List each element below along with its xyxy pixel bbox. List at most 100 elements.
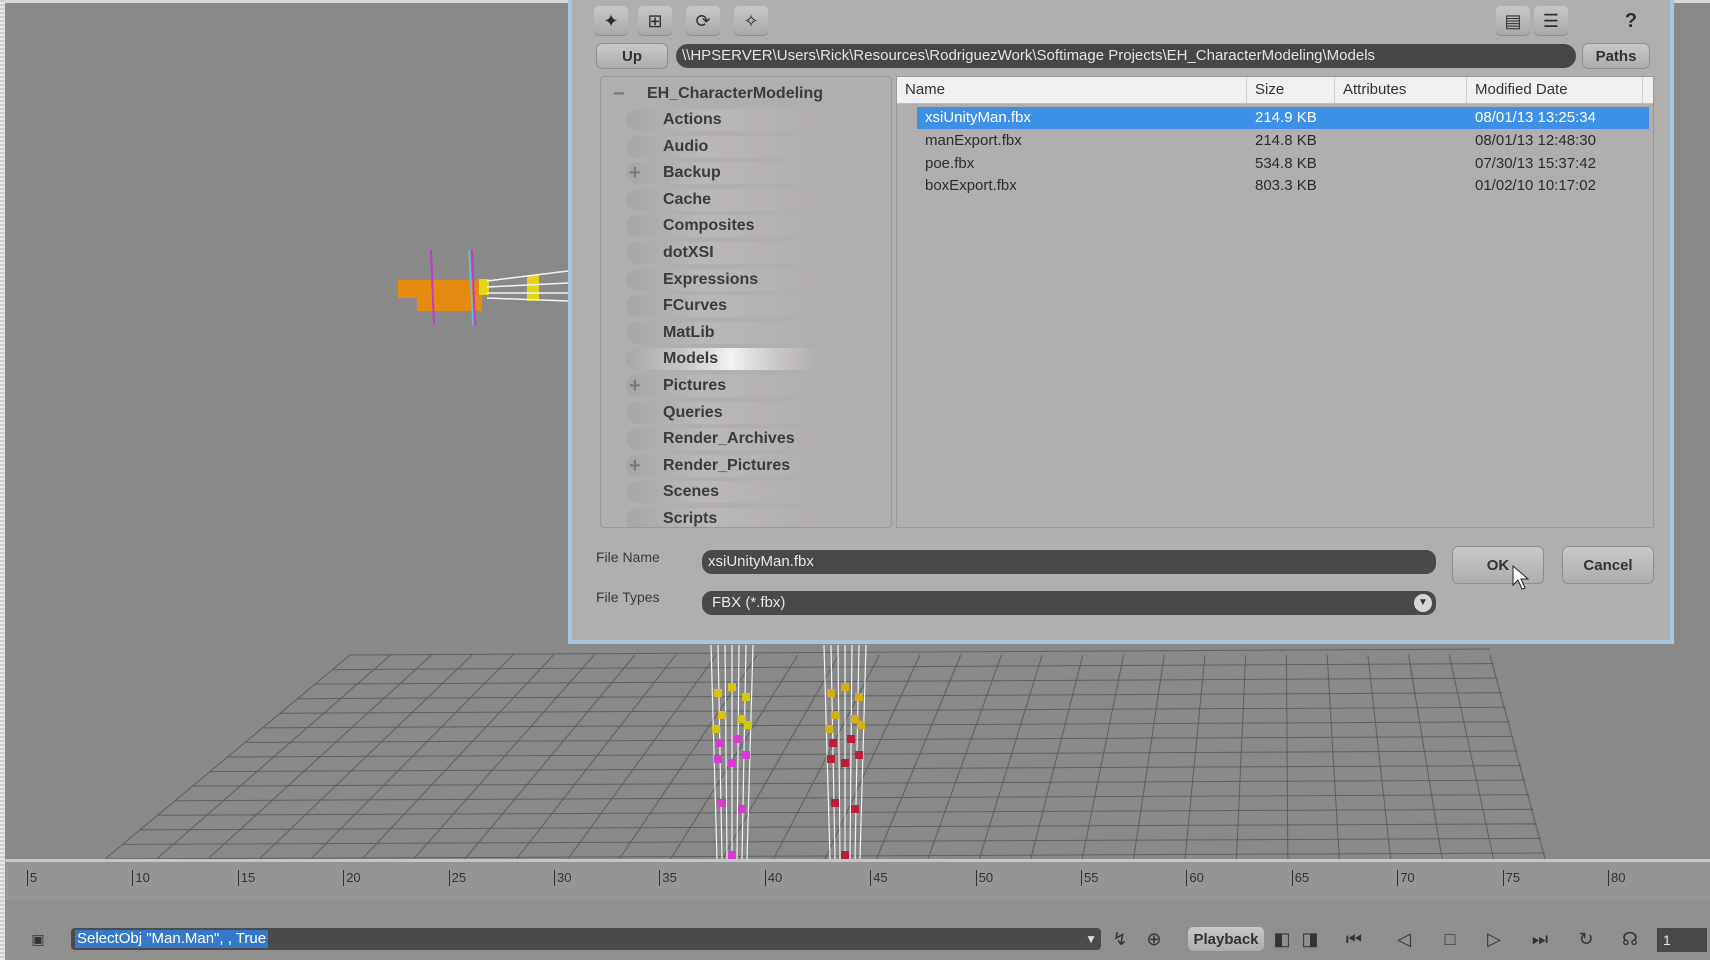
script-editor-icon[interactable]: ▣ (23, 926, 53, 952)
tree-item[interactable]: + Backup (601, 160, 861, 186)
grid-line (618, 654, 758, 859)
tree-item[interactable]: Models (601, 346, 861, 372)
up-button[interactable]: Up (596, 43, 668, 69)
chevron-down-icon[interactable]: ▼ (1085, 928, 1097, 950)
character-arm (398, 249, 569, 326)
timeline-ruler[interactable]: 5 10 15 20 25 30 35 40 45 50 55 60 65 70 75 80 (5, 859, 1710, 900)
file-row[interactable]: manExport.fbx 214.8 KB 08/01/13 12:48:30 (917, 130, 1649, 152)
tree-item[interactable]: Expressions (601, 267, 861, 293)
collapse-icon[interactable]: − (613, 81, 625, 107)
file-size-cell: 214.9 KB (1255, 109, 1317, 126)
tree-item-label: Scripts (663, 510, 718, 527)
key-icon[interactable]: ⊕ (1141, 926, 1167, 952)
current-frame-value: 1 (1663, 932, 1671, 948)
tree-item[interactable]: MatLib (601, 320, 861, 346)
path-field[interactable]: \\HPSERVER\Users\Rick\Resources\Rodrigue… (676, 44, 1576, 68)
tree-item[interactable]: Actions (601, 107, 861, 133)
ok-label: OK (1486, 556, 1510, 574)
file-modified-cell: 08/01/13 13:25:34 (1475, 109, 1596, 126)
tree-item-label: dotXSI (663, 244, 714, 261)
last-frame-icon[interactable]: ⏭ (1525, 926, 1555, 952)
lasso-icon[interactable]: ↯ (1107, 926, 1133, 952)
tree-item[interactable]: Audio (601, 134, 861, 160)
timeline-tick: 75 (1502, 870, 1520, 886)
tree-item-tab (626, 508, 816, 527)
prev-key-icon[interactable]: ◧ (1271, 926, 1293, 952)
expand-icon[interactable]: + (629, 453, 641, 479)
timeline-tick: 5 (27, 870, 37, 886)
grid-line (349, 648, 1491, 656)
tree-item[interactable]: Composites (601, 213, 861, 239)
tree-root[interactable]: − EH_CharacterModeling (601, 81, 861, 107)
file-row[interactable]: xsiUnityMan.fbx 214.9 KB 08/01/13 13:25:34 (917, 107, 1649, 129)
tree-item[interactable]: dotXSI (601, 240, 861, 266)
step-back-icon[interactable]: ◁ (1389, 926, 1419, 952)
tree-item[interactable]: Scenes (601, 479, 861, 505)
tree-item[interactable]: Scripts (601, 506, 861, 527)
tree-item[interactable]: + Render_Pictures (601, 453, 861, 479)
first-frame-icon[interactable]: ⏮ (1339, 926, 1369, 952)
timeline-tick: 50 (975, 870, 993, 886)
paths-button[interactable]: Paths (1582, 43, 1650, 69)
expand-icon[interactable]: + (629, 373, 641, 399)
network-icon[interactable]: ⊞ (638, 6, 672, 36)
grid-line (1408, 654, 1443, 859)
column-modified-date[interactable]: Modified Date (1467, 77, 1643, 103)
tree-item[interactable]: FCurves (601, 293, 861, 319)
tree-item-label: Render_Archives (663, 430, 795, 448)
next-key-icon[interactable]: ◨ (1299, 926, 1321, 952)
cancel-button[interactable]: Cancel (1562, 546, 1654, 584)
grid-line (516, 654, 677, 859)
tree-item-tab (626, 348, 816, 371)
stop-icon[interactable]: □ (1435, 926, 1465, 952)
file-types-label: File Types (596, 589, 660, 605)
timeline-tick: 40 (764, 870, 782, 886)
list-view-icon[interactable]: ☰ (1534, 6, 1568, 36)
file-modified-cell: 08/01/13 12:48:30 (1475, 131, 1596, 149)
tree-item-label: Backup (663, 164, 721, 182)
playback-label: Playback (1193, 930, 1259, 948)
help-icon[interactable]: ? (1614, 6, 1648, 36)
tree-item[interactable]: Cache (601, 187, 861, 213)
command-line[interactable]: SelectObj "Man.Man", , True ▼ (71, 928, 1101, 950)
loop-icon[interactable]: ↻ (1571, 926, 1601, 952)
ok-button[interactable]: OK (1452, 546, 1544, 584)
file-name-input[interactable]: xsiUnityMan.fbx (702, 550, 1436, 574)
tree-item[interactable]: Render_Archives (601, 426, 861, 452)
play-icon[interactable]: ▷ (1479, 926, 1509, 952)
grid-line (978, 654, 1043, 859)
file-modified-cell: 01/02/10 10:17:02 (1475, 177, 1596, 195)
file-name-cell: xsiUnityMan.fbx (925, 109, 1031, 126)
audio-icon[interactable]: ☊ (1615, 926, 1645, 952)
new-folder-icon[interactable]: ✦ (594, 6, 628, 36)
file-size-cell: 214.8 KB (1255, 131, 1317, 149)
tree-item[interactable]: + Pictures (601, 373, 861, 399)
file-types-value: FBX (*.fbx) (712, 594, 786, 611)
column-size[interactable]: Size (1247, 77, 1335, 103)
grid-line (1184, 654, 1206, 859)
grid-line (1326, 654, 1340, 859)
grid-line (927, 654, 1002, 859)
file-name-label: File Name (596, 549, 660, 565)
refresh-icon[interactable]: ⟳ (686, 6, 720, 36)
tree-root-label: EH_CharacterModeling (647, 85, 824, 102)
grid-line (1030, 654, 1084, 859)
column-attributes[interactable]: Attributes (1335, 77, 1467, 103)
grid-line (721, 654, 840, 859)
file-types-select[interactable]: FBX (*.fbx) ▼ (702, 591, 1436, 615)
chevron-down-icon[interactable]: ▼ (1414, 594, 1432, 612)
timeline-tick: 55 (1081, 870, 1098, 886)
playback-button[interactable]: Playback (1187, 926, 1265, 952)
file-row[interactable]: boxExport.fbx 803.3 KB 01/02/10 10:17:02 (917, 175, 1649, 197)
current-frame-field[interactable]: 1 (1657, 928, 1707, 952)
expand-icon[interactable]: + (629, 160, 641, 186)
column-name[interactable]: Name (897, 77, 1247, 103)
help-glyph: ? (1624, 9, 1638, 32)
open-folder-icon[interactable]: ✧ (734, 6, 768, 36)
grid-line (1133, 654, 1165, 859)
clapper-icon[interactable]: ▤ (1496, 6, 1530, 36)
file-name-value: xsiUnityMan.fbx (708, 553, 814, 570)
timeline-tick: 25 (448, 870, 466, 886)
file-row[interactable]: poe.fbx 534.8 KB 07/30/13 15:37:42 (917, 153, 1649, 175)
tree-item[interactable]: Queries (601, 400, 861, 426)
